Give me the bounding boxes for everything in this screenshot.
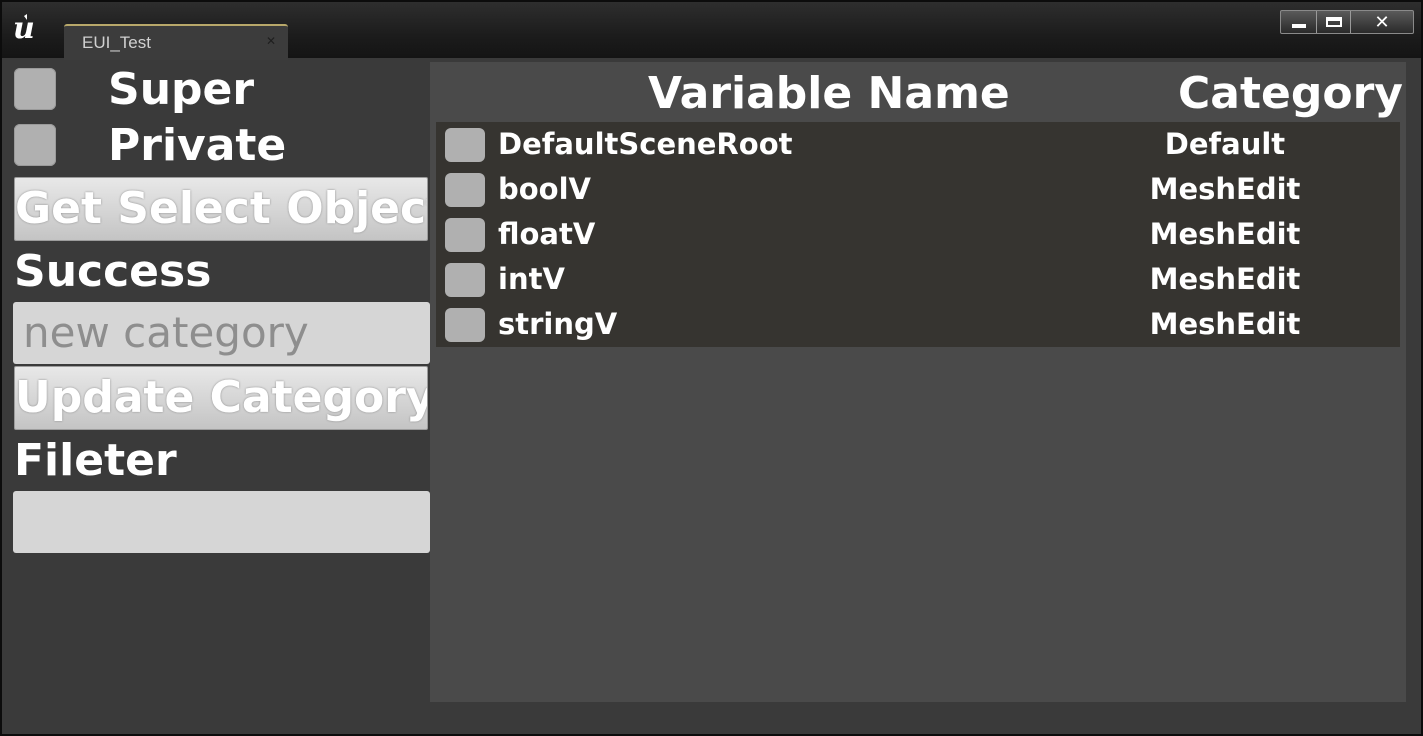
category-header: Category [1178, 68, 1403, 119]
maximize-icon [1325, 17, 1342, 27]
row-checkbox[interactable] [445, 308, 485, 342]
row-checkbox[interactable] [445, 263, 485, 297]
variable-category: MeshEdit [1149, 262, 1301, 296]
list-item: intV MeshEdit [436, 257, 1400, 302]
minimize-button[interactable] [1281, 11, 1317, 33]
super-checkbox[interactable] [14, 68, 56, 110]
filter-label: Fileter [14, 435, 177, 486]
unreal-engine-logo-icon: u [13, 11, 35, 46]
update-category-button[interactable]: Update Category [14, 366, 428, 430]
variable-name-header: Variable Name [648, 68, 1010, 119]
tab-label: EUI_Test [82, 33, 151, 52]
variable-name: DefaultSceneRoot [498, 127, 793, 161]
editor-utility-window: u EUI_Test ✕ ✕ Super Private Get Select … [0, 0, 1423, 736]
variable-list-panel: Variable Name Category DefaultSceneRoot … [430, 62, 1406, 702]
row-checkbox[interactable] [445, 173, 485, 207]
list-item: DefaultSceneRoot Default [436, 122, 1400, 167]
variable-name: floatV [498, 217, 596, 251]
svg-text:u: u [13, 11, 35, 46]
title-bar: u EUI_Test ✕ ✕ [2, 2, 1421, 60]
variable-name: boolV [498, 172, 591, 206]
window-controls: ✕ [1280, 10, 1414, 34]
list-item: boolV MeshEdit [436, 167, 1400, 212]
variable-category: MeshEdit [1149, 307, 1301, 341]
filter-input[interactable] [13, 491, 430, 553]
close-icon: ✕ [1374, 11, 1390, 33]
list-item: stringV MeshEdit [436, 302, 1400, 347]
row-checkbox[interactable] [445, 218, 485, 252]
variable-list: DefaultSceneRoot Default boolV MeshEdit … [436, 122, 1400, 347]
category-input-placeholder: new category [23, 308, 309, 357]
minimize-icon [1291, 24, 1306, 28]
private-label: Private [108, 120, 287, 171]
get-select-objects-button[interactable]: Get Select Objects [14, 177, 428, 241]
close-icon[interactable]: ✕ [266, 35, 276, 47]
variable-name: stringV [498, 307, 618, 341]
super-label: Super [108, 64, 255, 115]
variable-category: Default [1164, 127, 1286, 161]
variable-category: MeshEdit [1149, 217, 1301, 251]
close-window-button[interactable]: ✕ [1351, 11, 1413, 33]
left-panel: Super Private Get Select Objects Success… [10, 60, 430, 730]
status-text: Success [14, 246, 212, 297]
private-checkbox[interactable] [14, 124, 56, 166]
category-input[interactable]: new category [13, 302, 430, 364]
maximize-button[interactable] [1317, 11, 1351, 33]
list-item: floatV MeshEdit [436, 212, 1400, 257]
tab-eui-test[interactable]: EUI_Test ✕ [64, 24, 288, 60]
variable-name: intV [498, 262, 565, 296]
variable-category: MeshEdit [1149, 172, 1301, 206]
row-checkbox[interactable] [445, 128, 485, 162]
